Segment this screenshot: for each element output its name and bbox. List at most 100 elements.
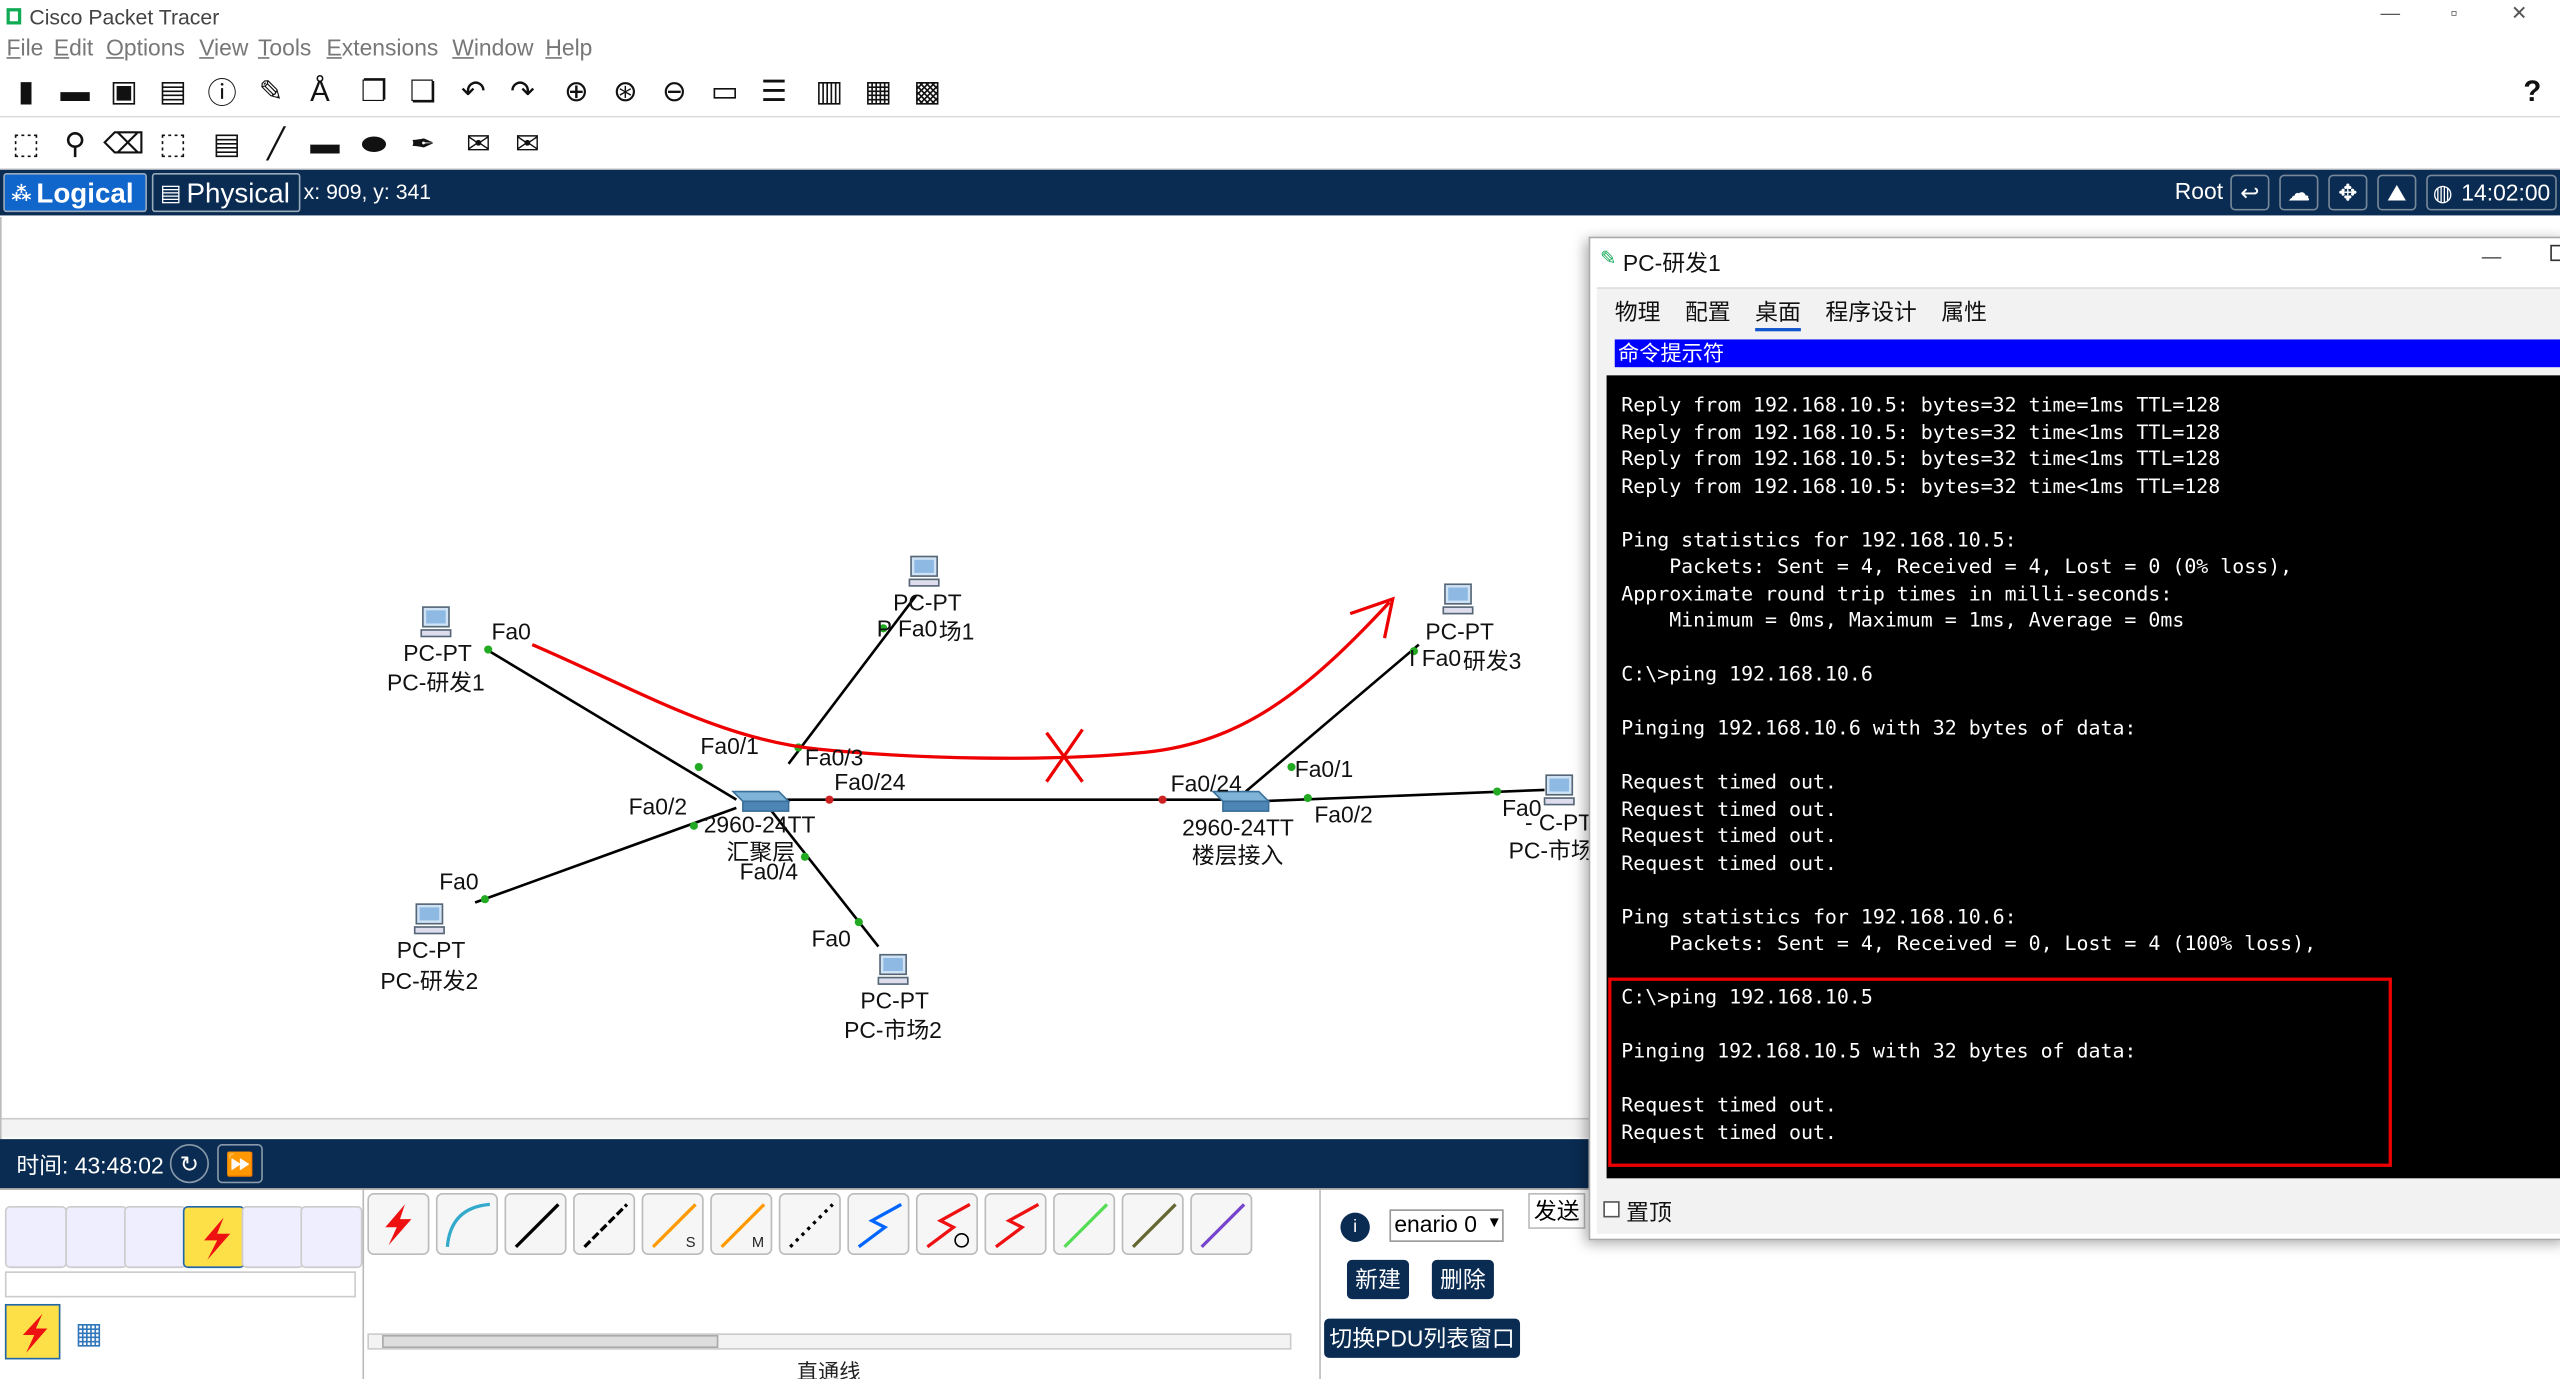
pc-icon[interactable] <box>906 553 942 589</box>
tab-programming[interactable]: 程序设计 <box>1825 295 1916 328</box>
iot-cable-icon[interactable] <box>1121 1192 1184 1256</box>
scenario-info-icon[interactable]: i <box>1340 1212 1370 1242</box>
info-icon[interactable]: ⓘ <box>201 72 243 111</box>
menu-options[interactable]: Options <box>106 34 185 60</box>
connections-icon[interactable] <box>182 1206 245 1269</box>
custom-devices-dialog-icon[interactable]: ☰ <box>753 72 795 111</box>
cluster-icon[interactable]: ☁ <box>2279 174 2319 211</box>
phone-cable-icon[interactable] <box>778 1192 841 1256</box>
zoom-out-icon[interactable]: ⊖ <box>653 72 695 111</box>
place-note-icon[interactable]: ▤ <box>206 124 248 163</box>
zoom-reset-icon[interactable]: ⊛ <box>604 72 646 111</box>
pc-icon[interactable] <box>411 901 447 937</box>
undo-icon[interactable]: ↶ <box>452 72 494 111</box>
pc-icon[interactable] <box>875 951 911 987</box>
network-info-icon[interactable]: ▦ <box>857 72 899 111</box>
pc-window-maximize[interactable] <box>2550 244 2560 262</box>
tab-logical[interactable]: ⁂ Logical <box>3 172 147 213</box>
port-dot <box>689 821 698 830</box>
pc-icon[interactable] <box>418 604 454 640</box>
draw-line-icon[interactable]: ╱ <box>255 124 297 163</box>
new-file-icon[interactable]: ▮ <box>5 72 47 111</box>
menu-extensions[interactable]: Extensions <box>327 34 439 60</box>
screenshot-icon[interactable]: ▩ <box>906 72 948 111</box>
device-panel: ▦ S M 直通线 i enario 0 ▾ 新建 删除 切换PDU列表窗口 发… <box>0 1188 1592 1379</box>
draw-rectangle-icon[interactable]: ▬ <box>304 124 346 163</box>
add-complex-pdu-icon[interactable]: ✉ <box>506 124 548 163</box>
print-icon[interactable]: ▤ <box>152 72 194 111</box>
serial-dce-cable-icon[interactable] <box>915 1192 978 1256</box>
pc-window-minimize[interactable]: — <box>2482 245 2502 268</box>
redo-icon[interactable]: ↷ <box>501 72 543 111</box>
components-icon[interactable] <box>124 1206 187 1269</box>
logical-workspace[interactable]: PC-PT PC-研发1 Fa0 PC-PT P Fa0 场1 PC-PT I … <box>0 217 1594 1140</box>
minimize-button[interactable]: — <box>2374 2 2407 25</box>
pc-icon[interactable] <box>1440 581 1476 617</box>
send-column-header[interactable]: 发送 <box>1528 1192 1586 1229</box>
close-button[interactable]: ✕ <box>2503 2 2536 25</box>
multimode-fiber-icon[interactable]: M <box>710 1192 773 1256</box>
save-icon[interactable]: ▣ <box>103 72 145 111</box>
multiuser-icon[interactable] <box>300 1206 363 1269</box>
crossover-cable-icon[interactable] <box>573 1192 636 1256</box>
back-icon[interactable]: ↩ <box>2230 174 2270 211</box>
tab-config[interactable]: 配置 <box>1685 295 1731 328</box>
horizontal-scrollbar[interactable] <box>1 1117 1594 1138</box>
select-icon[interactable]: ⬚ <box>5 124 47 163</box>
inspect-icon[interactable]: ⚲ <box>54 124 96 163</box>
tab-desktop[interactable]: 桌面 <box>1755 295 1801 332</box>
console-cable-icon[interactable] <box>435 1192 498 1256</box>
menu-tools[interactable]: Tools <box>258 34 311 60</box>
device-search-field[interactable] <box>4 1271 356 1298</box>
usb-cable-icon[interactable] <box>1190 1192 1253 1256</box>
drawing-palette-icon[interactable]: ▭ <box>704 72 746 111</box>
fast-forward-icon[interactable]: ⏩ <box>217 1144 263 1184</box>
menu-file[interactable]: File <box>7 34 44 60</box>
tab-physical-device[interactable]: 物理 <box>1615 295 1661 328</box>
new-scenario-button[interactable]: 新建 <box>1346 1259 1410 1300</box>
menu-window[interactable]: Window <box>452 34 533 60</box>
always-on-top-checkbox[interactable] <box>1603 1201 1620 1218</box>
auto-cable-icon[interactable] <box>367 1192 430 1256</box>
device-list-icon[interactable]: ▥ <box>808 72 850 111</box>
grid-icon[interactable]: ▦ <box>75 1317 103 1351</box>
cable-scrollbar[interactable] <box>367 1333 1292 1350</box>
help-icon[interactable]: ? <box>2511 72 2553 111</box>
tab-physical[interactable]: ▤ Physical <box>151 172 301 213</box>
resize-shape-icon[interactable]: ⬚ <box>152 124 194 163</box>
move-object-icon[interactable]: ✥ <box>2328 174 2368 211</box>
serial-dte-cable-icon[interactable] <box>984 1192 1047 1256</box>
fiber-cable-icon[interactable]: S <box>641 1192 704 1256</box>
menu-view[interactable]: View <box>199 34 248 60</box>
tab-attributes[interactable]: 属性 <box>1941 295 1987 328</box>
toggle-pdu-list-button[interactable]: 切换PDU列表窗口 <box>1324 1318 1521 1358</box>
viewport-clock[interactable]: ◍ 14:02:00 <box>2426 174 2557 211</box>
open-folder-icon[interactable]: ▬ <box>54 72 96 111</box>
freeform-icon[interactable]: ✒ <box>402 124 444 163</box>
pc-icon[interactable] <box>1541 772 1577 808</box>
background-image-icon[interactable]: ⛰ <box>2377 174 2417 211</box>
automatic-connection-icon[interactable] <box>4 1303 61 1360</box>
root-label[interactable]: Root <box>2175 178 2223 204</box>
paste-icon[interactable]: ❏ <box>402 72 444 111</box>
cable-scrollbar-thumb[interactable] <box>382 1334 719 1349</box>
add-simple-pdu-icon[interactable]: ✉ <box>457 124 499 163</box>
copy-icon[interactable]: ❐ <box>353 72 395 111</box>
delete-scenario-button[interactable]: 删除 <box>1431 1259 1494 1300</box>
scenario-select[interactable]: enario 0 ▾ <box>1389 1209 1504 1242</box>
straight-through-cable-icon[interactable] <box>504 1192 567 1256</box>
end-devices-icon[interactable] <box>65 1206 128 1269</box>
misc-icon[interactable] <box>241 1206 304 1269</box>
maximize-button[interactable]: ▫ <box>2438 2 2471 25</box>
activity-wizard-icon[interactable]: ✎ <box>250 72 292 111</box>
custom-device-icon[interactable]: Å <box>299 72 341 111</box>
draw-ellipse-icon[interactable]: ⬬ <box>353 124 395 163</box>
menu-help[interactable]: Help <box>545 34 592 60</box>
network-devices-icon[interactable] <box>4 1206 67 1269</box>
power-cycle-icon[interactable]: ↻ <box>169 1144 209 1184</box>
delete-icon[interactable]: ⌫ <box>103 124 145 163</box>
octal-cable-icon[interactable] <box>1053 1192 1116 1256</box>
coaxial-cable-icon[interactable] <box>847 1192 910 1256</box>
menu-edit[interactable]: Edit <box>54 34 93 60</box>
zoom-in-icon[interactable]: ⊕ <box>555 72 597 111</box>
